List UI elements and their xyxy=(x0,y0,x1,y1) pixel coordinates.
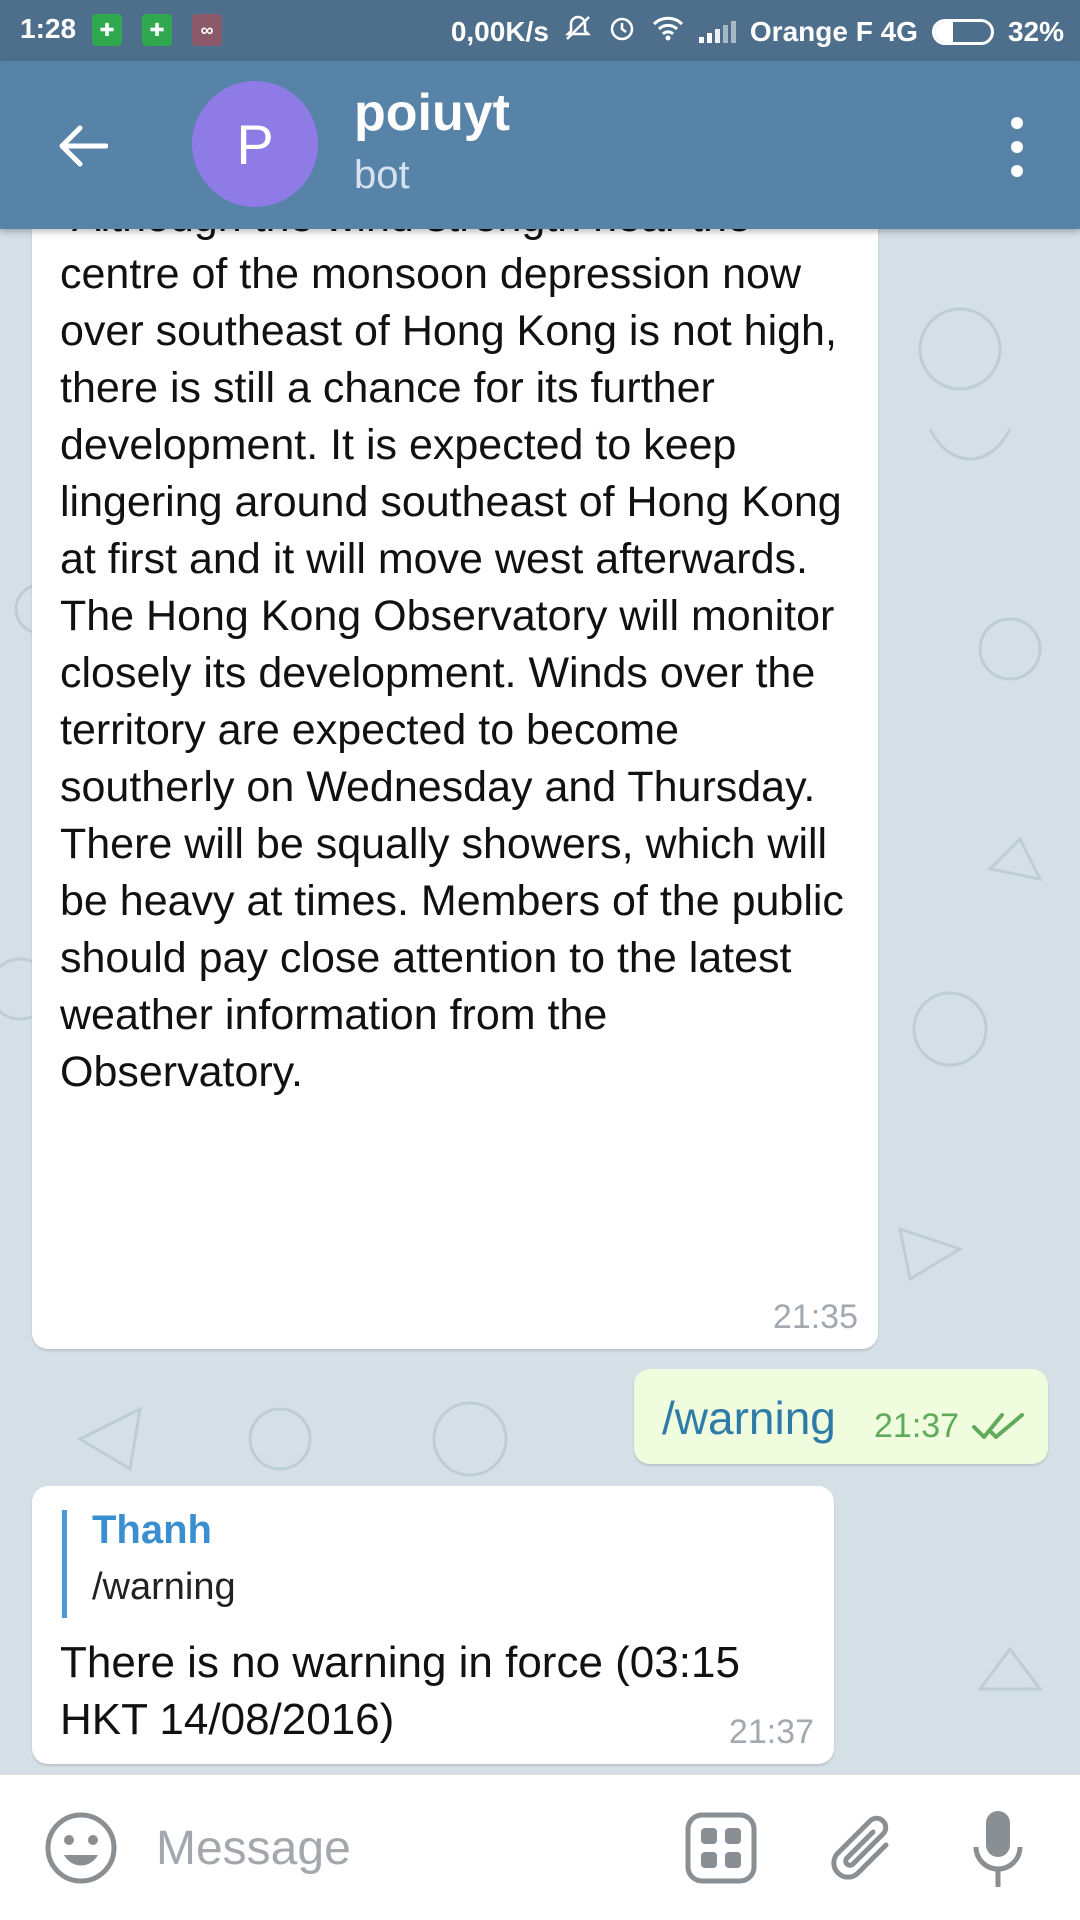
mic-button[interactable] xyxy=(968,1805,1028,1895)
reply-author[interactable]: Thanh xyxy=(92,1508,212,1553)
message-time: 21:37 xyxy=(874,1407,960,1445)
outgoing-message[interactable]: /warning 21:37 xyxy=(634,1369,1048,1464)
mic-icon xyxy=(973,1811,1023,1887)
incoming-message[interactable]: Although the wind strength near the cent… xyxy=(32,229,878,1349)
emoji-button[interactable] xyxy=(44,1811,118,1885)
sticker-button[interactable] xyxy=(684,1811,758,1885)
message-text: /warning xyxy=(662,1392,836,1444)
battery-percent: 32% xyxy=(1007,15,1064,47)
mute-icon xyxy=(563,13,593,50)
double-check-icon xyxy=(972,1413,1024,1439)
message-text: There is no warning in force (03:15 HKT … xyxy=(60,1638,740,1744)
shield-notification-icon: ✚ xyxy=(142,14,172,46)
alarm-icon xyxy=(607,13,637,50)
net-speed: 0,00K/s xyxy=(450,15,549,47)
carrier-name: Orange F 4G xyxy=(749,15,918,47)
back-arrow-icon xyxy=(59,125,108,167)
message-list[interactable]: Although the wind strength near the cent… xyxy=(0,229,1080,1774)
attach-icon xyxy=(831,1815,889,1880)
message-time: 21:37 xyxy=(728,1713,814,1751)
more-vert-icon xyxy=(1011,117,1023,129)
message-text: Although the wind strength near the cent… xyxy=(60,229,844,1096)
chat-title[interactable]: poiuyt xyxy=(354,83,510,143)
chat-header: P poiuyt bot xyxy=(0,61,1080,229)
signal-icon xyxy=(698,20,736,43)
battery-icon xyxy=(931,18,994,45)
sticker-icon xyxy=(685,1812,757,1884)
reply-quote-bar xyxy=(62,1510,67,1618)
message-time: 21:35 xyxy=(772,1298,858,1336)
back-button[interactable] xyxy=(52,116,112,176)
message-input[interactable] xyxy=(156,1805,656,1891)
message-composer xyxy=(0,1774,1080,1920)
status-time: 1:28 xyxy=(20,13,77,44)
avatar[interactable]: P xyxy=(192,81,318,207)
status-bar: 1:28 ✚ ✚ ∞ 0,00K/s Orange F 4G 32% xyxy=(0,0,1080,61)
status-right: 0,00K/s Orange F 4G 32% xyxy=(451,13,1064,50)
emoji-icon xyxy=(45,1812,117,1884)
more-menu-button[interactable] xyxy=(1002,117,1032,177)
wifi-icon xyxy=(651,14,685,49)
reply-text[interactable]: /warning xyxy=(92,1566,236,1609)
incoming-message[interactable]: Thanh /warning There is no warning in fo… xyxy=(32,1486,834,1764)
shield-notification-icon: ✚ xyxy=(92,14,122,46)
chat-subtitle: bot xyxy=(354,153,410,197)
app-notification-icon: ∞ xyxy=(192,14,222,46)
attach-button[interactable] xyxy=(828,1807,902,1891)
